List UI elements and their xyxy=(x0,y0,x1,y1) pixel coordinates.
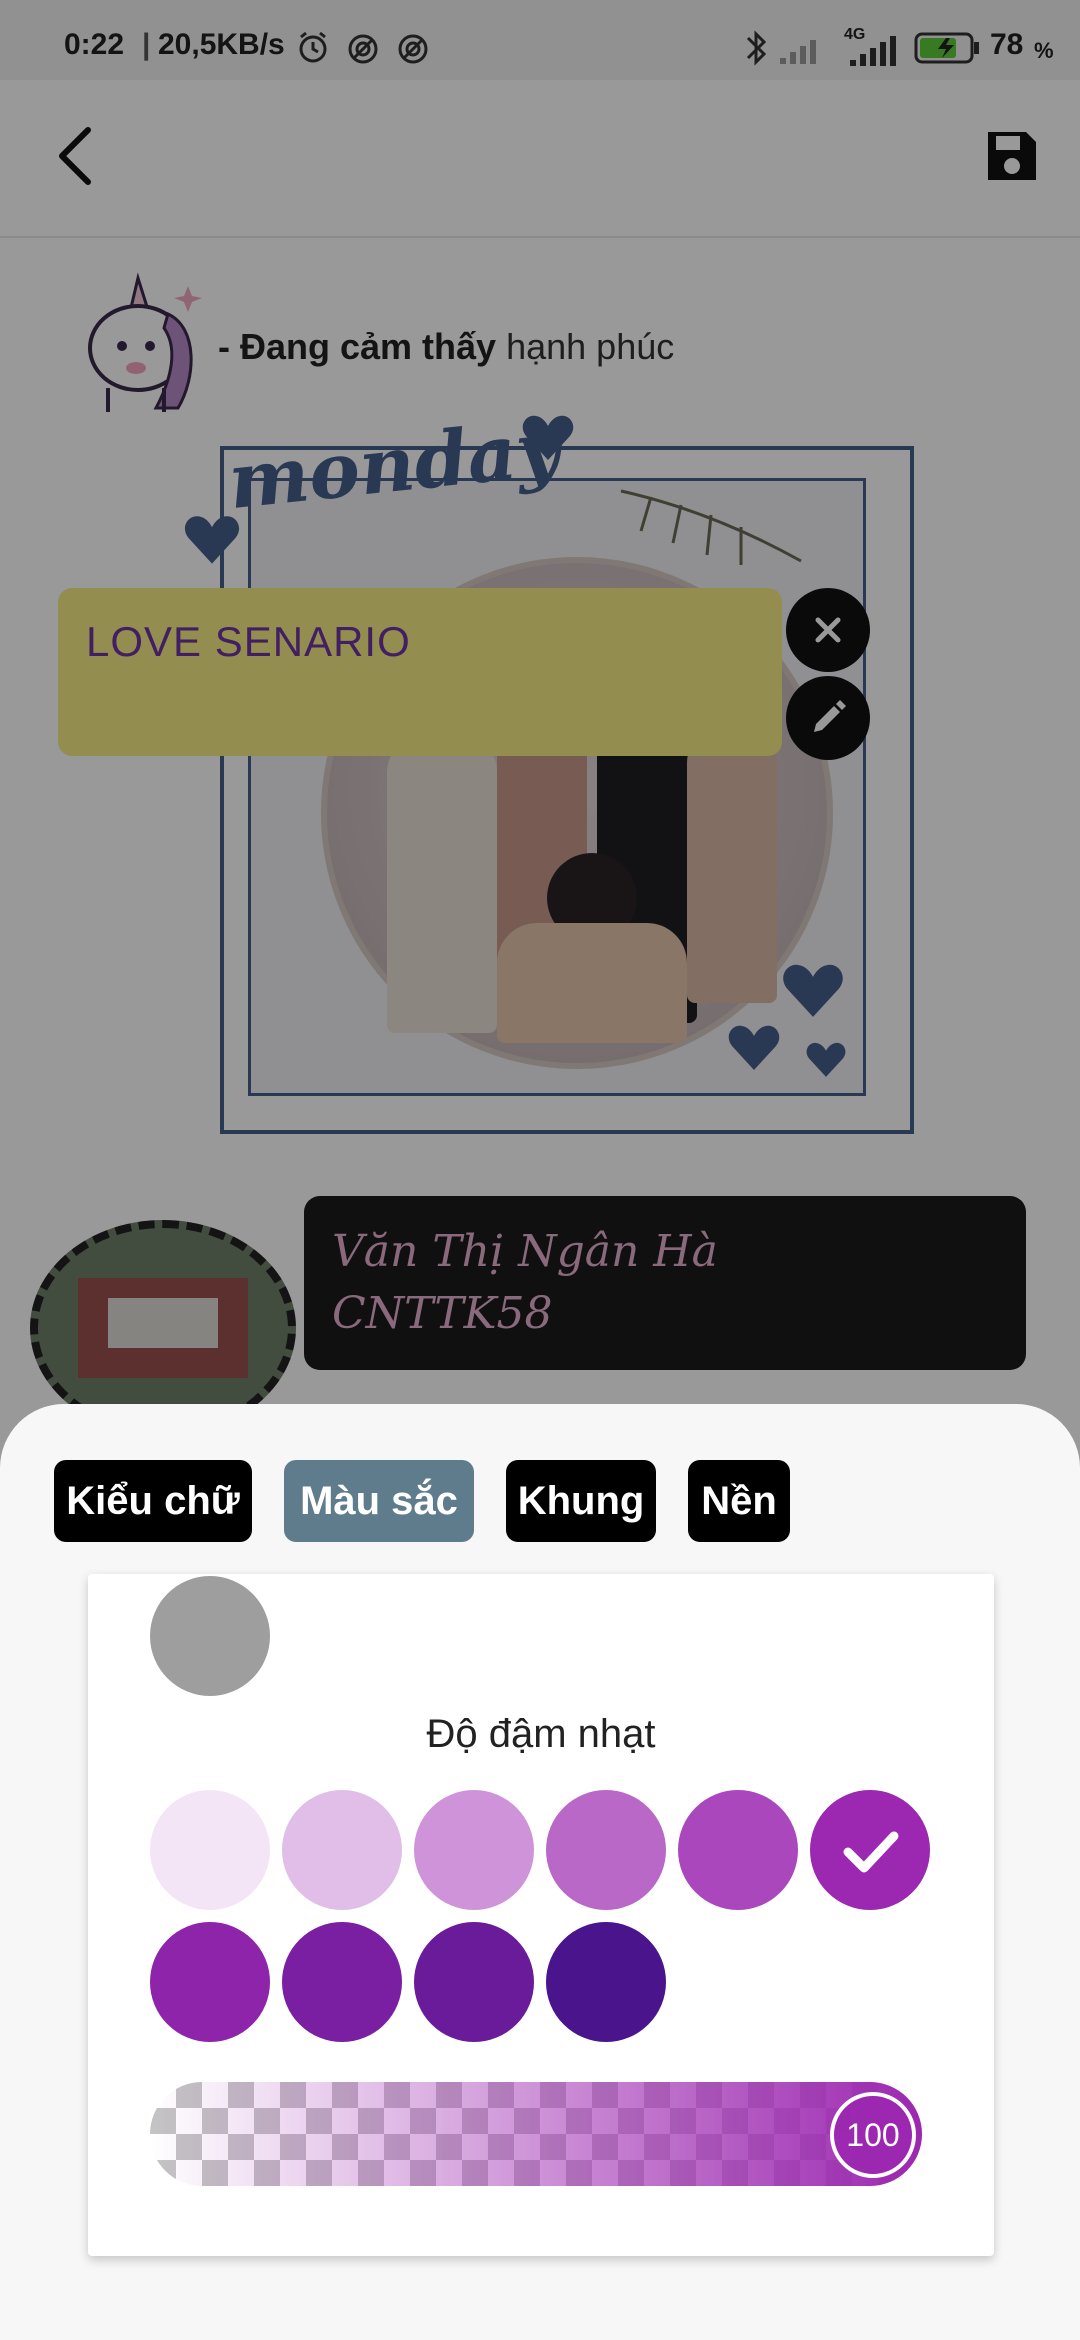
opacity-slider[interactable]: 100 xyxy=(150,2082,922,2186)
tab-color[interactable]: Màu sắc xyxy=(284,1460,474,1542)
tab-label: Màu sắc xyxy=(300,1479,458,1523)
shade-swatch[interactable] xyxy=(810,1790,930,1910)
shade-swatch[interactable] xyxy=(282,1922,402,2042)
tab-background[interactable]: Nền xyxy=(688,1460,790,1542)
shade-swatch[interactable] xyxy=(414,1922,534,2042)
tab-font-style[interactable]: Kiểu chữ xyxy=(54,1460,252,1542)
tab-label: Kiểu chữ xyxy=(66,1479,240,1523)
shade-swatch[interactable] xyxy=(678,1790,798,1910)
shade-swatch[interactable] xyxy=(150,1922,270,2042)
tab-frame[interactable]: Khung xyxy=(506,1460,656,1542)
shade-swatch[interactable] xyxy=(282,1790,402,1910)
current-color-swatch[interactable] xyxy=(150,1576,270,1696)
checkmark-icon xyxy=(843,1831,899,1873)
shade-swatch[interactable] xyxy=(546,1922,666,2042)
opacity-gradient xyxy=(150,2082,922,2186)
shade-label: Độ đậm nhạt xyxy=(426,1712,656,1756)
color-picker-panel: Độ đậm nhạt 100 xyxy=(88,1574,994,2256)
tab-label: Khung xyxy=(517,1479,645,1523)
shade-swatch[interactable] xyxy=(546,1790,666,1910)
opacity-slider-thumb[interactable]: 100 xyxy=(830,2092,916,2178)
tab-label: Nền xyxy=(701,1479,777,1523)
style-editor-sheet: Kiểu chữ Màu sắc Khung Nền Độ đậm nhạt 1… xyxy=(0,1404,1080,2340)
shade-swatch[interactable] xyxy=(150,1790,270,1910)
shade-swatch[interactable] xyxy=(414,1790,534,1910)
